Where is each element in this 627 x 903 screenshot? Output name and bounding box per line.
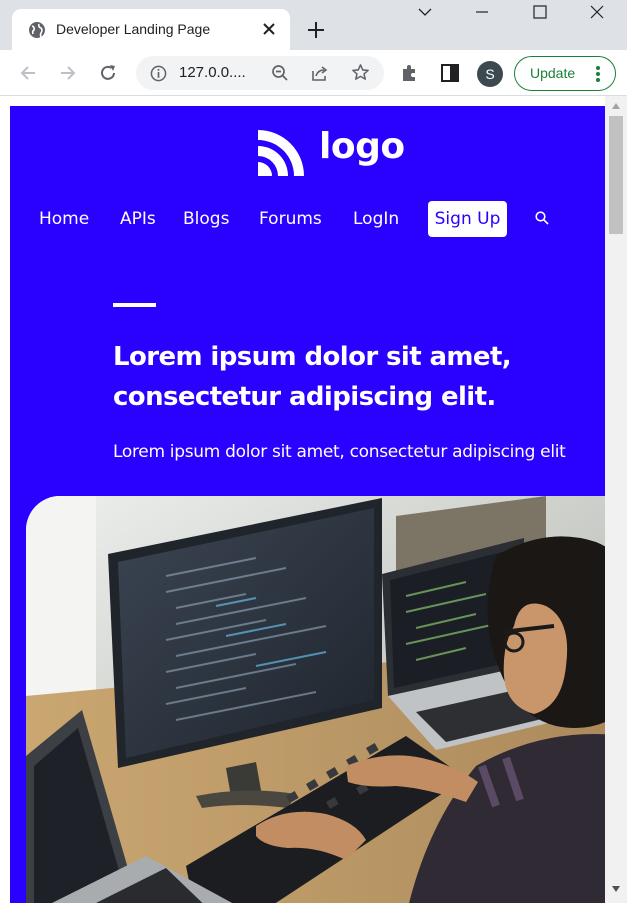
profile-avatar[interactable]: S <box>477 61 503 87</box>
hero-subtitle: Lorem ipsum dolor sit amet, consectetur … <box>113 442 566 462</box>
page-scrollbar[interactable] <box>605 96 627 903</box>
nav-login[interactable]: LogIn <box>353 209 399 229</box>
logo-icon[interactable] <box>258 128 308 178</box>
plus-icon[interactable] <box>307 21 325 39</box>
forward-arrow-icon[interactable] <box>58 63 78 83</box>
reload-icon[interactable] <box>98 63 118 83</box>
tab-title: Developer Landing Page <box>56 21 211 37</box>
page-viewport: logo Home APIs Blogs Forums LogIn Sign U… <box>10 106 605 903</box>
browser-tab[interactable]: Developer Landing Page <box>12 9 290 50</box>
update-button[interactable]: Update <box>514 56 616 91</box>
chevron-down-icon[interactable] <box>417 4 433 20</box>
scroll-thumb[interactable] <box>609 116 623 234</box>
signup-button[interactable]: Sign Up <box>428 201 507 237</box>
window-close-icon[interactable] <box>589 4 605 20</box>
url-text: 127.0.0.... <box>179 64 246 81</box>
back-arrow-icon[interactable] <box>18 63 38 83</box>
globe-icon <box>29 22 45 38</box>
side-panel-icon[interactable] <box>440 63 460 83</box>
nav-forums[interactable]: Forums <box>259 209 322 229</box>
hero-title: Lorem ipsum dolor sit amet, consectetur … <box>113 342 512 412</box>
star-icon[interactable] <box>351 63 370 82</box>
scroll-down-icon[interactable] <box>611 885 621 893</box>
search-icon[interactable] <box>535 211 549 225</box>
tab-strip: Developer Landing Page <box>0 0 627 50</box>
more-vert-icon[interactable] <box>595 64 601 84</box>
address-bar[interactable]: 127.0.0.... <box>136 56 384 90</box>
developer-photo <box>26 496 605 903</box>
maximize-icon[interactable] <box>532 4 548 20</box>
close-icon[interactable] <box>262 22 276 36</box>
update-label: Update <box>530 65 576 81</box>
hero-image <box>26 496 605 903</box>
nav-blogs[interactable]: Blogs <box>183 209 229 229</box>
logo-text[interactable]: logo <box>319 126 405 167</box>
share-icon[interactable] <box>311 64 329 82</box>
info-icon[interactable] <box>150 65 167 82</box>
zoom-out-icon[interactable] <box>271 64 289 82</box>
browser-toolbar: 127.0.0.... S Update <box>0 50 627 96</box>
nav-apis[interactable]: APIs <box>120 209 156 229</box>
scroll-up-icon[interactable] <box>611 102 621 110</box>
main-nav: Home APIs Blogs Forums LogIn Sign Up <box>10 201 605 241</box>
nav-home[interactable]: Home <box>39 209 89 229</box>
hero-accent-bar <box>113 303 156 307</box>
minimize-icon[interactable] <box>474 4 490 20</box>
puzzle-icon[interactable] <box>400 63 420 83</box>
